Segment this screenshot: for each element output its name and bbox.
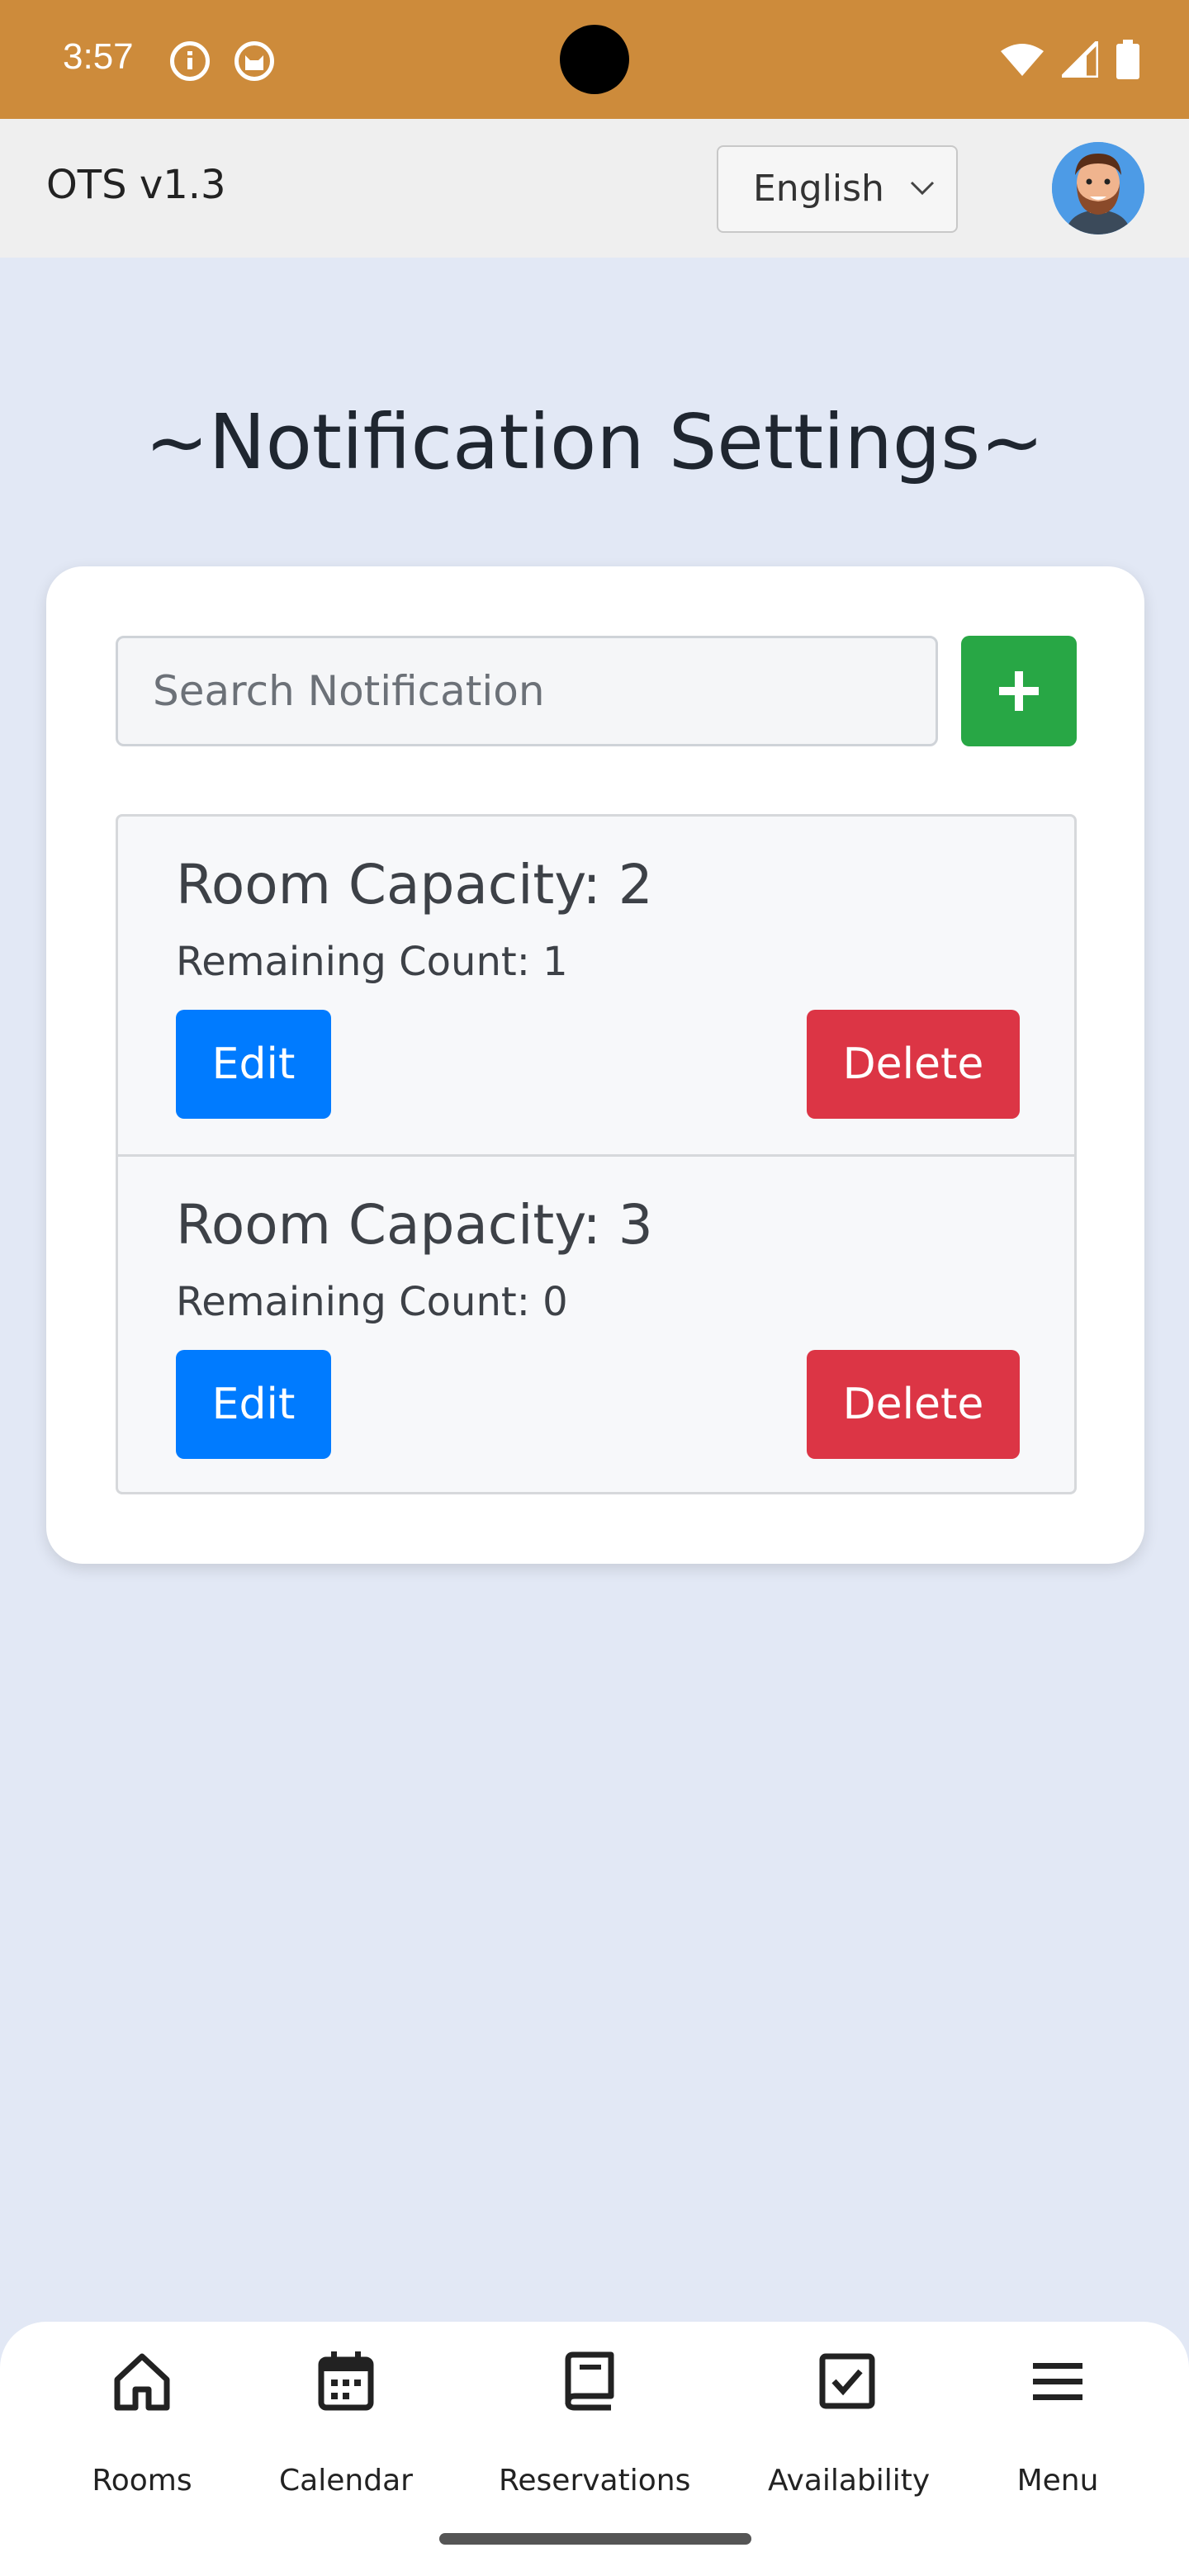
notification-card: Room Capacity: 2 Remaining Count: 1 Edit… <box>46 566 1144 1564</box>
info-icon <box>170 41 210 81</box>
status-bar: 3:57 <box>0 0 1189 119</box>
nav-item-menu[interactable]: Menu <box>1012 2350 1103 2515</box>
app-title: OTS v1.3 <box>46 162 226 208</box>
avatar[interactable] <box>1052 142 1144 234</box>
list-item: Room Capacity: 3 Remaining Count: 0 Edit… <box>118 1154 1074 1491</box>
home-icon <box>114 2353 170 2411</box>
battery-icon <box>1116 40 1139 79</box>
nav-item-rooms[interactable]: Rooms <box>79 2350 205 2515</box>
search-input[interactable] <box>116 636 938 746</box>
cat-icon <box>234 41 274 81</box>
chevron-down-icon <box>910 181 935 196</box>
calendar-icon <box>318 2351 374 2411</box>
nav-label: Availability <box>768 2464 931 2498</box>
nav-label: Calendar <box>279 2464 413 2498</box>
front-camera <box>560 25 629 94</box>
status-time: 3:57 <box>63 36 134 77</box>
delete-button[interactable]: Delete <box>807 1010 1020 1119</box>
nav-label: Rooms <box>92 2464 192 2498</box>
app-header: OTS v1.3 English <box>0 119 1189 258</box>
checkbox-icon <box>819 2353 875 2409</box>
wifi-icon <box>1001 44 1044 76</box>
list-item: Room Capacity: 2 Remaining Count: 1 Edit… <box>118 817 1074 1153</box>
notification-title: Room Capacity: 2 <box>176 853 653 916</box>
language-value: English <box>753 168 884 210</box>
edit-button[interactable]: Edit <box>176 1350 331 1459</box>
remaining-count: Remaining Count: 0 <box>176 1279 568 1325</box>
page-title: ~Notification Settings~ <box>144 398 1045 486</box>
book-icon <box>565 2351 614 2411</box>
nav-item-reservations[interactable]: Reservations <box>499 2350 691 2515</box>
language-select[interactable]: English <box>717 145 958 233</box>
notification-list: Room Capacity: 2 Remaining Count: 1 Edit… <box>116 814 1077 1494</box>
nav-item-calendar[interactable]: Calendar <box>277 2350 414 2515</box>
plus-icon <box>999 671 1039 711</box>
notification-title: Room Capacity: 3 <box>176 1193 653 1257</box>
nav-item-availability[interactable]: Availability <box>768 2350 931 2515</box>
delete-button[interactable]: Delete <box>807 1350 1020 1459</box>
remaining-count: Remaining Count: 1 <box>176 939 568 985</box>
nav-label: Reservations <box>499 2464 691 2498</box>
signal-icon <box>1062 41 1098 78</box>
home-indicator[interactable] <box>439 2533 751 2545</box>
add-notification-button[interactable] <box>961 636 1077 746</box>
status-indicators <box>1001 36 1139 83</box>
avatar-image <box>1052 142 1144 234</box>
nav-label: Menu <box>1016 2464 1099 2498</box>
edit-button[interactable]: Edit <box>176 1010 331 1119</box>
menu-icon <box>1033 2363 1082 2400</box>
